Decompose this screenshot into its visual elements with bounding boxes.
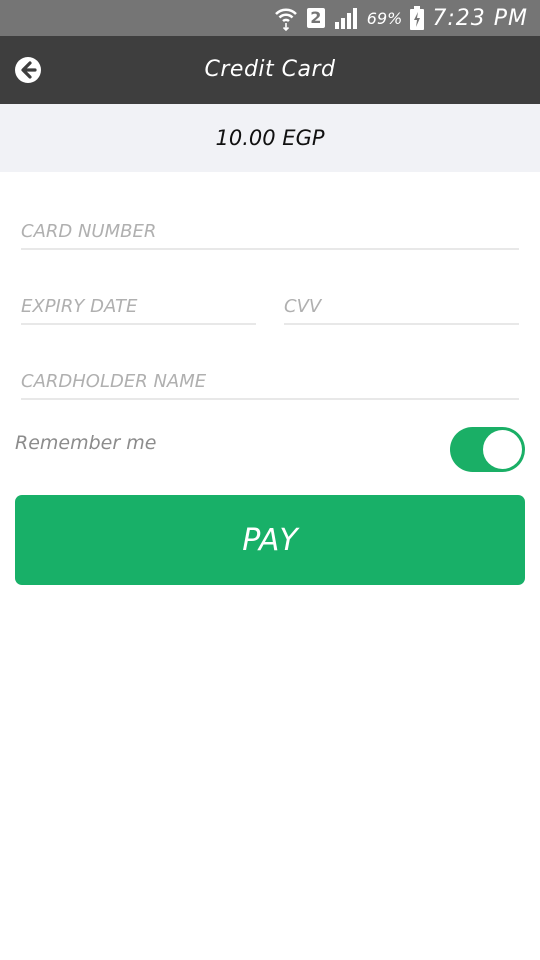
remember-me-label: Remember me [15, 432, 157, 454]
battery-charging-icon [410, 6, 425, 30]
cvv-input[interactable] [284, 289, 519, 325]
pay-button[interactable]: PAY [15, 495, 525, 585]
cardholder-name-input[interactable] [21, 364, 519, 400]
sim-slot: 2 [306, 8, 325, 28]
card-number-input[interactable] [21, 214, 519, 250]
page-title: Credit Card [204, 57, 336, 82]
signal-icon [333, 6, 359, 30]
status-icons: 2 69% 7:23 PM [273, 0, 528, 36]
battery-percent: 69% [366, 8, 403, 28]
remember-me-toggle[interactable] [450, 427, 525, 472]
wifi-icon [273, 5, 299, 31]
clock: 7:23 PM [432, 5, 528, 31]
expiry-date-input[interactable] [21, 289, 256, 325]
toggle-knob [483, 430, 522, 469]
status-bar: 2 69% 7:23 PM [0, 0, 540, 36]
payment-amount: 10.00 EGP [215, 126, 325, 150]
app-header: Credit Card [0, 36, 540, 104]
amount-band: 10.00 EGP [0, 104, 540, 172]
sim-icon: 2 [306, 8, 325, 28]
